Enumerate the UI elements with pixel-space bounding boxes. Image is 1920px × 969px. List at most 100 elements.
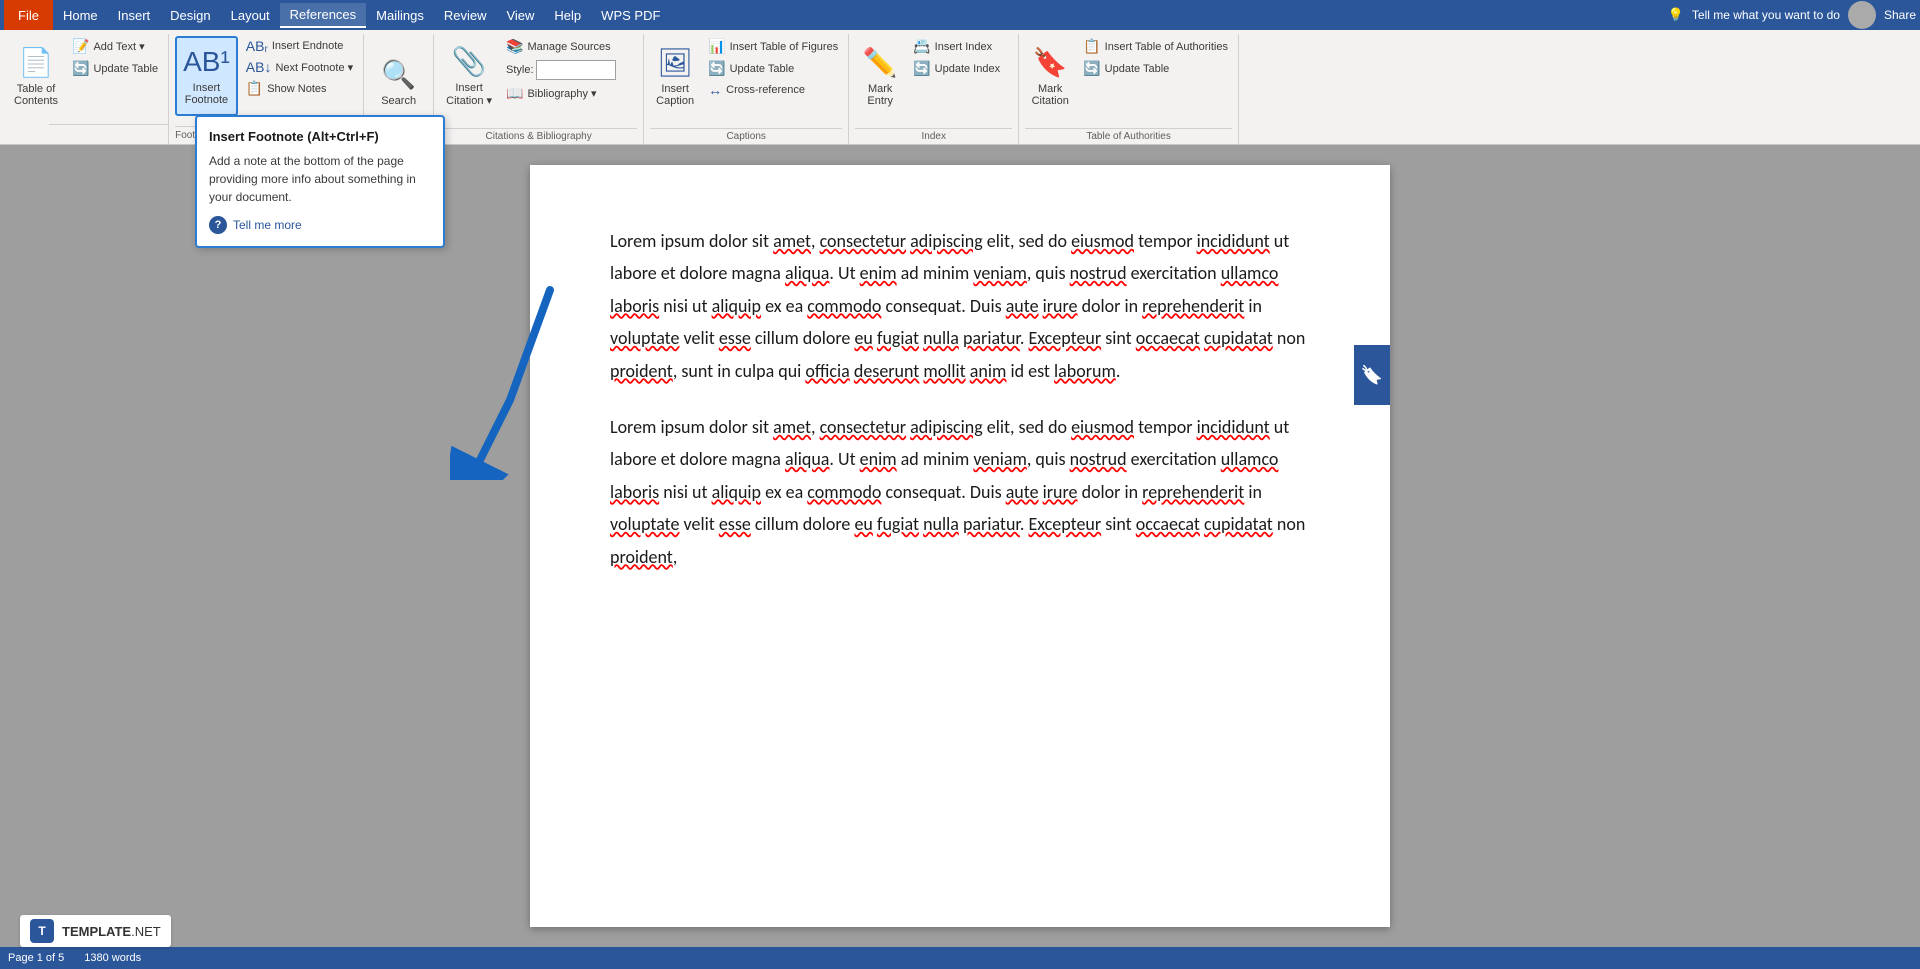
word-reprehenderit2: reprehenderit [1142,481,1244,503]
share-button[interactable]: Share [1884,8,1916,22]
paragraph-2: Lorem ipsum dolor sit amet, consectetur … [610,411,1310,573]
word-excepteur: Excepteur [1029,327,1102,349]
style-selector: Style: [502,58,620,82]
table-of-contents-button[interactable]: 📄 Table ofContents [8,36,64,116]
add-text-icon: 📝 [72,38,89,55]
word-incididunt: incididunt [1197,230,1270,252]
word-voluptate: voluptate [610,327,679,349]
word-ullamco2: ullamco [1221,448,1279,470]
word-fugiat2: fugiat [877,513,919,535]
add-text-button[interactable]: 📝 Add Text ▾ [68,36,162,57]
word-deserunt: deserunt [854,360,919,382]
update-index-button[interactable]: 🔄 Update Index [909,58,1004,79]
insert-footnote-button[interactable]: AB¹ InsertFootnote [175,36,238,116]
word-irure2: irure [1043,481,1078,503]
insert-citation-label: InsertCitation ▾ [446,82,492,107]
word-occaecat: occaecat [1136,327,1200,349]
word-veniam: veniam [973,262,1027,284]
insert-index-button[interactable]: 📇 Insert Index [909,36,1004,57]
menu-review[interactable]: Review [434,4,497,27]
index-label-text: Index [921,131,945,142]
footnotes-inner: AB¹ InsertFootnote ABᵣ Insert Endnote AB… [175,36,357,126]
cross-reference-button[interactable]: ↔ Cross-reference [704,80,842,100]
group-index: ✏️ MarkEntry 📇 Insert Index 🔄 Update Ind… [849,34,1019,144]
search-label: Search [381,95,416,107]
toc-icon: 📄 [19,46,54,79]
next-footnote-button[interactable]: AB↓ Next Footnote ▾ [242,57,357,77]
word-fugiat: fugiat [877,327,919,349]
menu-view[interactable]: View [496,4,544,27]
word-commodo: commodo [807,295,881,317]
word-count: 1380 words [84,952,141,964]
update-table-auth-button[interactable]: 🔄 Update Table [1079,58,1232,79]
menu-file[interactable]: File [4,0,53,30]
insert-index-icon: 📇 [913,38,930,55]
template-icon: T [30,919,54,943]
word-laborum: laborum [1054,360,1116,382]
menu-home[interactable]: Home [53,4,108,27]
citations-label-text: Citations & Bibliography [486,131,592,142]
insert-table-figures-button[interactable]: 📊 Insert Table of Figures [704,36,842,57]
next-footnote-label: Next Footnote ▾ [275,61,353,74]
word-eiusmod: eiusmod [1071,230,1134,252]
tooltip-popup: Insert Footnote (Alt+Ctrl+F) Add a note … [195,115,445,248]
search-button[interactable]: 🔍 Search [374,42,424,122]
question-icon: ? [209,216,227,234]
tooltip-description: Add a note at the bottom of the page pro… [209,152,431,206]
menu-right: 💡 Tell me what you want to do Share [1668,1,1916,29]
insert-endnote-label: Insert Endnote [272,40,344,52]
menu-wps-pdf[interactable]: WPS PDF [591,4,670,27]
word-enim2: enim [860,448,897,470]
menu-references[interactable]: References [280,3,366,28]
word-nulla2: nulla [923,513,959,535]
word-consectetur: consectetur [820,230,906,252]
bookmark-widget[interactable] [1354,345,1390,405]
menu-layout[interactable]: Layout [221,4,280,27]
toc-label: Table ofContents [14,83,58,107]
tell-me-more-link[interactable]: ? Tell me more [209,216,431,234]
show-notes-button[interactable]: 📋 Show Notes [242,78,357,99]
update-table-auth-label: Update Table [1105,63,1170,75]
menu-mailings[interactable]: Mailings [366,4,434,27]
mark-entry-button[interactable]: ✏️ MarkEntry [855,36,905,116]
authorities-group-label: Table of Authorities [1025,128,1232,142]
menu-help[interactable]: Help [544,4,591,27]
index-group-label: Index [855,128,1012,142]
word-veniam2: veniam [973,448,1027,470]
paragraph-1: Lorem ipsum dolor sit amet, consectetur … [610,225,1310,387]
insert-citation-button[interactable]: 📎 InsertCitation ▾ [440,36,498,116]
mark-citation-button[interactable]: 🔖 MarkCitation [1025,36,1075,116]
insert-caption-icon: 🖼 [657,46,693,79]
update-table-toc-button[interactable]: 🔄 Update Table [68,58,162,79]
bibliography-button[interactable]: 📖 Bibliography ▾ [502,83,620,104]
search-icon: 🔍 [381,58,416,91]
word-reprehenderit: reprehenderit [1142,295,1244,317]
word-proident2: proident [610,546,673,568]
word-nulla: nulla [923,327,959,349]
insert-table-auth-button[interactable]: 📋 Insert Table of Authorities [1079,36,1232,57]
word-aute2: aute [1006,481,1039,503]
index-inner: ✏️ MarkEntry 📇 Insert Index 🔄 Update Ind… [855,36,1012,128]
update-table-cap-icon: 🔄 [708,60,725,77]
group-citations: 📎 InsertCitation ▾ 📚 Manage Sources Styl… [434,34,644,144]
menu-design[interactable]: Design [160,4,220,27]
word-adipiscing: adipiscing [910,230,983,252]
update-table-toc-label: Update Table [93,63,158,75]
insert-endnote-button[interactable]: ABᵣ Insert Endnote [242,36,357,56]
group-authorities: 🔖 MarkCitation 📋 Insert Table of Authori… [1019,34,1239,144]
update-table-captions-button[interactable]: 🔄 Update Table [704,58,842,79]
word-eiusmod2: eiusmod [1071,416,1134,438]
word-nostrud2: nostrud [1070,448,1127,470]
citations-group-label: Citations & Bibliography [440,128,637,142]
tell-me-input[interactable]: Tell me what you want to do [1692,8,1840,22]
authorities-sub: 📋 Insert Table of Authorities 🔄 Update T… [1079,36,1232,79]
update-auth-icon: 🔄 [1083,60,1100,77]
captions-inner: 🖼 InsertCaption 📊 Insert Table of Figure… [650,36,842,128]
manage-sources-button[interactable]: 📚 Manage Sources [502,36,620,57]
update-toc-icon: 🔄 [72,60,89,77]
insert-caption-button[interactable]: 🖼 InsertCaption [650,36,700,116]
style-input[interactable] [536,60,616,80]
user-avatar [1848,1,1876,29]
word-eu2: eu [854,513,872,535]
menu-insert[interactable]: Insert [108,4,161,27]
